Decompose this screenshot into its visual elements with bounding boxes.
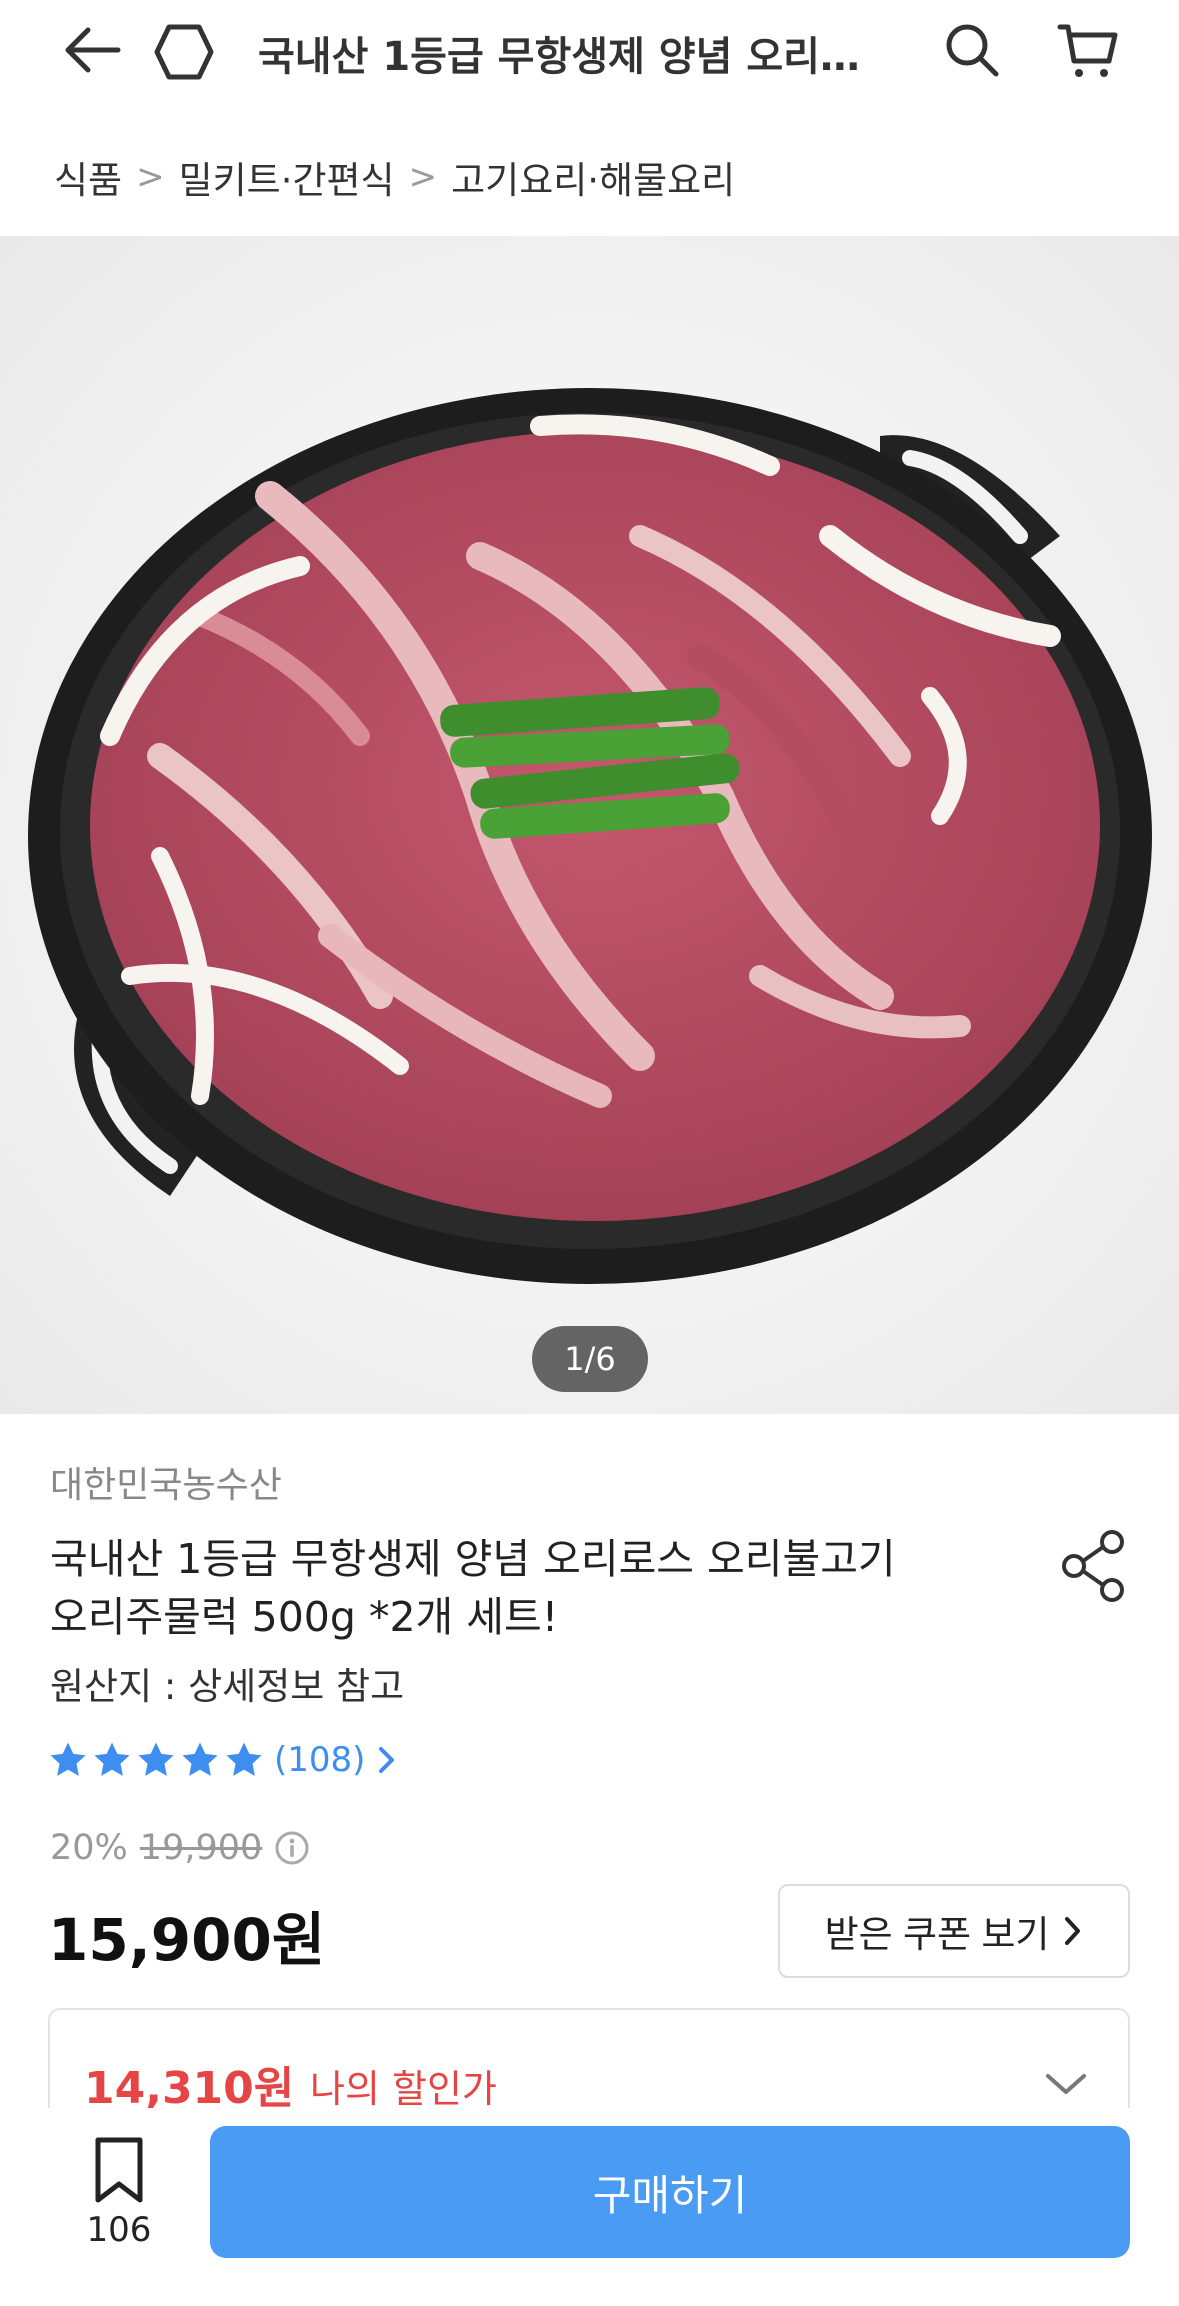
breadcrumb: 식품 > 밀키트·간편식 > 고기요리·해물요리 bbox=[54, 150, 735, 204]
my-price: 14,310원 bbox=[84, 2063, 295, 2114]
coupon-button[interactable]: 받은 쿠폰 보기 bbox=[778, 1884, 1130, 1978]
search-button[interactable] bbox=[936, 14, 1008, 86]
breadcrumb-item[interactable]: 고기요리·해물요리 bbox=[451, 150, 735, 204]
home-icon bbox=[154, 24, 214, 80]
buy-button[interactable]: 구매하기 bbox=[210, 2126, 1130, 2258]
back-icon bbox=[65, 27, 121, 73]
breadcrumb-item[interactable]: 식품 bbox=[54, 150, 122, 204]
coupon-button-label: 받은 쿠폰 보기 bbox=[824, 1914, 1050, 1955]
product-image[interactable] bbox=[0, 236, 1179, 1414]
chevron-right-icon: > bbox=[408, 157, 438, 197]
bookmark-icon bbox=[95, 2137, 143, 2203]
back-button[interactable] bbox=[52, 18, 132, 82]
star-icon bbox=[182, 1742, 218, 1776]
sale-price: 15,900원 bbox=[48, 1906, 326, 1974]
cart-icon bbox=[1057, 24, 1118, 77]
product-name-line: 국내산 1등급 무항생제 양념 오리로스 오리불고기 bbox=[50, 1535, 896, 1583]
product-photo bbox=[0, 236, 1179, 1414]
origin-info: 원산지 : 상세정보 참고 bbox=[50, 1665, 405, 1708]
search-icon bbox=[946, 24, 999, 77]
chevron-down-icon[interactable] bbox=[1042, 2060, 1090, 2108]
star-icon bbox=[50, 1742, 86, 1776]
star-icon bbox=[138, 1742, 174, 1776]
page-title: 국내산 1등급 무항생제 양념 오리… bbox=[258, 34, 860, 80]
chevron-right-icon bbox=[379, 1747, 395, 1773]
cart-button[interactable] bbox=[1050, 14, 1126, 90]
discount-rate: 20% bbox=[50, 1828, 128, 1868]
breadcrumb-item[interactable]: 밀키트·간편식 bbox=[179, 150, 395, 204]
seller-name[interactable]: 대한민국농수산 bbox=[50, 1456, 282, 1508]
star-icon bbox=[226, 1742, 262, 1776]
my-price-label: 나의 할인가 bbox=[310, 2067, 497, 2111]
top-bar: 국내산 1등급 무항생제 양념 오리… bbox=[0, 0, 1179, 105]
share-button[interactable] bbox=[1058, 1528, 1130, 1604]
product-name-line: 오리주물럭 500g *2개 세트! bbox=[50, 1593, 559, 1641]
bookmark-count: 106 bbox=[86, 2210, 152, 2250]
buy-button-label: 구매하기 bbox=[592, 2171, 748, 2219]
star-icon bbox=[94, 1742, 130, 1776]
info-icon[interactable] bbox=[274, 1830, 310, 1866]
share-icon bbox=[1062, 1530, 1124, 1602]
product-name: 국내산 1등급 무항생제 양념 오리로스 오리불고기 오리주물럭 500g *2… bbox=[50, 1530, 1010, 1646]
discount-row: 20% 19,900 bbox=[50, 1828, 310, 1868]
image-counter: 1/6 bbox=[532, 1326, 648, 1392]
home-button[interactable] bbox=[146, 14, 222, 90]
review-count[interactable]: (108) bbox=[274, 1740, 365, 1780]
star-rating bbox=[48, 1740, 264, 1780]
original-price: 19,900 bbox=[139, 1828, 263, 1868]
chevron-right-icon: > bbox=[136, 157, 165, 197]
chevron-right-icon bbox=[1065, 1917, 1081, 1945]
bookmark-button[interactable] bbox=[86, 2134, 152, 2208]
rating[interactable]: (108) bbox=[48, 1740, 399, 1780]
